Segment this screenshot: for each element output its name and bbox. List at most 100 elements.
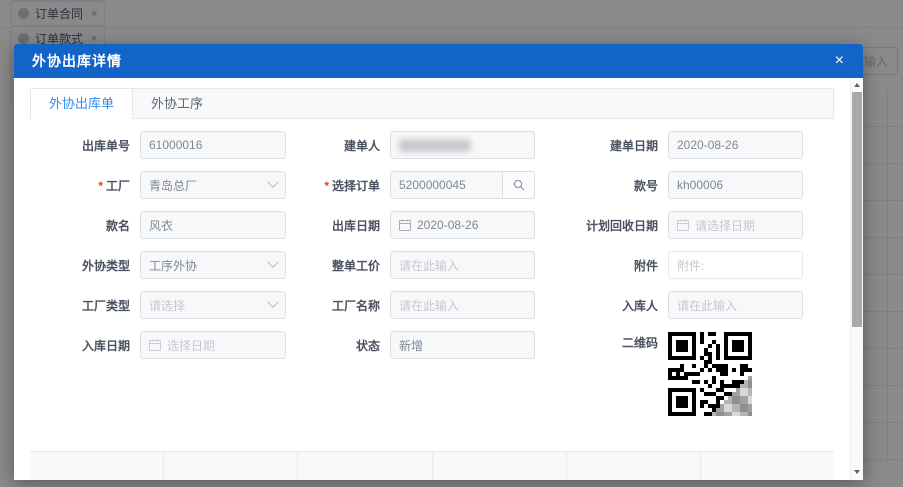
creator-label: 建单人	[286, 137, 380, 154]
order-search-button[interactable]	[502, 172, 534, 198]
required-marker: *	[98, 179, 103, 193]
detail-table-header	[30, 451, 834, 480]
select-order-label: *选择订单	[286, 177, 380, 194]
factory-type-select[interactable]: 请选择	[140, 291, 286, 319]
field-style-name: 款名 风衣	[30, 211, 286, 239]
modal-tab-label: 外协工序	[151, 96, 203, 111]
create-date-value: 2020-08-26	[677, 138, 794, 152]
outsourcing-outbound-modal: 外协出库详情 × 外协出库单 外协工序 出库单号 61000016 建单人	[14, 44, 863, 480]
factory-name-input[interactable]: 请在此输入	[390, 291, 535, 319]
calendar-icon	[677, 219, 689, 231]
field-whole-order-price: 整单工价 请在此输入	[286, 251, 535, 279]
outbound-date-label: 出库日期	[286, 217, 380, 234]
triangle-down-icon	[854, 470, 860, 474]
table-column-header	[298, 452, 432, 480]
modal-tab[interactable]: 外协工序	[133, 89, 221, 119]
table-column-header	[433, 452, 567, 480]
factory-name-label: 工厂名称	[286, 297, 380, 314]
factory-type-placeholder: 请选择	[149, 297, 269, 314]
outsourcing-type-label: 外协类型	[30, 257, 130, 274]
attachment-button-label: 附件:	[677, 257, 794, 274]
create-date-label: 建单日期	[535, 137, 658, 154]
inbound-date-label: 入库日期	[30, 337, 130, 354]
planned-return-date-label: 计划回收日期	[535, 217, 658, 234]
detail-form: 出库单号 61000016 建单人 建单日期 2020-08-26 *工厂 青岛…	[14, 119, 850, 427]
field-factory-type: 工厂类型 请选择	[30, 291, 286, 319]
modal-tab-label: 外协出库单	[49, 96, 114, 111]
field-outsourcing-type: 外协类型 工序外协	[30, 251, 286, 279]
factory-type-label: 工厂类型	[30, 297, 130, 314]
style-no-input[interactable]: kh00006	[668, 171, 803, 199]
inbound-clerk-label: 入库人	[535, 297, 658, 314]
qr-code-label: 二维码	[535, 334, 658, 351]
outbound-date-value: 2020-08-26	[417, 218, 526, 232]
scroll-down-arrow[interactable]	[851, 465, 863, 478]
factory-label-text: 工厂	[106, 179, 130, 193]
modal-tab[interactable]: 外协出库单	[31, 89, 133, 119]
scroll-up-arrow[interactable]	[851, 78, 863, 91]
select-order-value[interactable]: 5200000045	[391, 178, 502, 192]
style-name-label: 款名	[30, 217, 130, 234]
whole-order-price-input[interactable]: 请在此输入	[390, 251, 535, 279]
style-name-value: 风衣	[149, 217, 277, 234]
outsourcing-type-select[interactable]: 工序外协	[140, 251, 286, 279]
style-no-label: 款号	[535, 177, 658, 194]
field-outbound-date: 出库日期 2020-08-26	[286, 211, 535, 239]
factory-label: *工厂	[30, 177, 130, 194]
attachment-label: 附件	[535, 257, 658, 274]
modal-scrollbar	[850, 78, 863, 480]
style-name-input[interactable]: 风衣	[140, 211, 286, 239]
table-column-header	[567, 452, 701, 480]
whole-order-price-placeholder: 请在此输入	[399, 257, 526, 274]
field-creator: 建单人	[286, 131, 535, 159]
attachment-button[interactable]: 附件:	[668, 251, 803, 279]
outbound-no-input[interactable]: 61000016	[140, 131, 286, 159]
required-marker: *	[324, 179, 329, 193]
field-qr-code: 二维码	[535, 325, 752, 365]
calendar-icon	[399, 219, 411, 231]
factory-value: 青岛总厂	[149, 177, 269, 194]
triangle-up-icon	[854, 83, 860, 87]
outbound-no-value: 61000016	[149, 138, 277, 152]
chevron-down-icon	[267, 297, 278, 308]
inbound-date-picker[interactable]: 选择日期	[140, 331, 286, 359]
search-icon	[513, 179, 525, 191]
create-date-input[interactable]: 2020-08-26	[668, 131, 803, 159]
scrollbar-thumb[interactable]	[852, 92, 862, 327]
select-order-label-text: 选择订单	[332, 179, 380, 193]
field-status: 状态 新增	[286, 325, 535, 365]
modal-title: 外协出库详情	[32, 51, 830, 71]
creator-input[interactable]	[390, 131, 535, 159]
outbound-date-picker[interactable]: 2020-08-26	[390, 211, 535, 239]
field-select-order: *选择订单 5200000045	[286, 171, 535, 199]
factory-name-placeholder: 请在此输入	[399, 297, 526, 314]
modal-header: 外协出库详情 ×	[14, 44, 863, 78]
select-order-input-group: 5200000045	[390, 171, 535, 199]
status-value: 新增	[399, 337, 526, 354]
status-label: 状态	[286, 337, 380, 354]
close-icon[interactable]: ×	[830, 51, 849, 71]
table-column-header	[164, 452, 298, 480]
field-inbound-date: 入库日期 选择日期	[30, 325, 286, 365]
status-input[interactable]: 新增	[390, 331, 535, 359]
outbound-no-label: 出库单号	[30, 137, 130, 154]
chevron-down-icon	[267, 177, 278, 188]
calendar-icon	[149, 339, 161, 351]
field-inbound-clerk: 入库人 请在此输入	[535, 291, 803, 319]
planned-return-date-picker[interactable]: 请选择日期	[668, 211, 803, 239]
chevron-down-icon	[267, 257, 278, 268]
table-column-header	[701, 452, 834, 480]
planned-return-date-placeholder: 请选择日期	[695, 217, 794, 234]
inbound-clerk-placeholder: 请在此输入	[677, 297, 794, 314]
field-factory-name: 工厂名称 请在此输入	[286, 291, 535, 319]
field-attachment: 附件 附件:	[535, 251, 803, 279]
inbound-clerk-input[interactable]: 请在此输入	[668, 291, 803, 319]
outsourcing-type-value: 工序外协	[149, 257, 269, 274]
field-outbound-no: 出库单号 61000016	[30, 131, 286, 159]
qr-code-image	[668, 332, 752, 416]
field-factory: *工厂 青岛总厂	[30, 171, 286, 199]
field-create-date: 建单日期 2020-08-26	[535, 131, 803, 159]
field-style-no: 款号 kh00006	[535, 171, 803, 199]
redacted-value	[399, 139, 471, 152]
factory-select[interactable]: 青岛总厂	[140, 171, 286, 199]
